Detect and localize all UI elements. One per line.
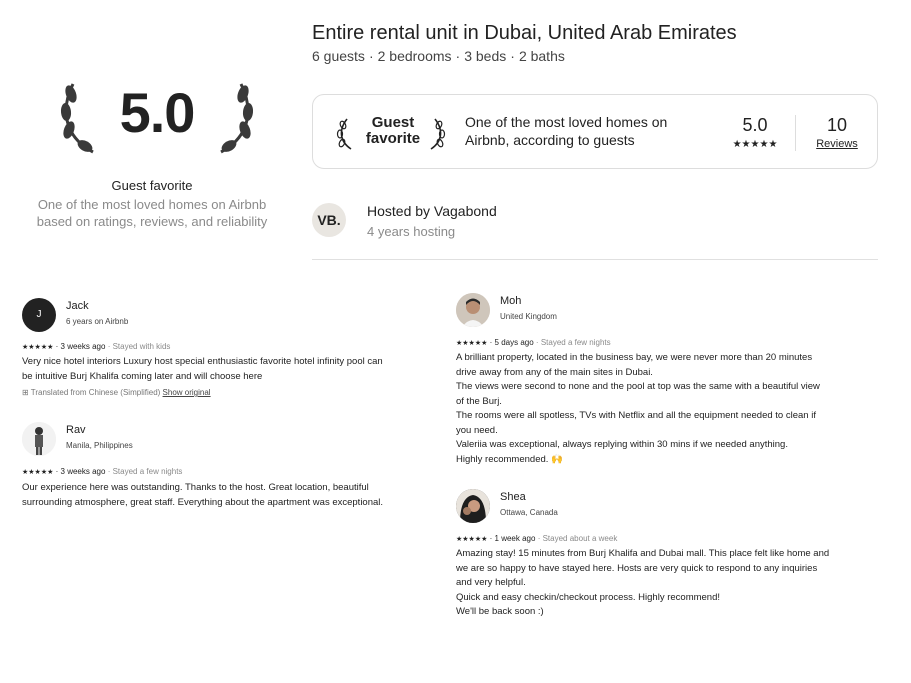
detail-bedrooms: 2 bedrooms — [377, 48, 452, 64]
separator: · — [489, 338, 493, 347]
review-date: 3 weeks ago — [60, 342, 106, 351]
person-photo — [456, 489, 490, 523]
listing-title: Entire rental unit in Dubai, United Arab… — [312, 22, 737, 44]
host-avatar[interactable]: VB. — [312, 203, 346, 237]
separator: · — [455, 48, 461, 64]
reviewer-subtitle: United Kingdom — [500, 312, 557, 321]
translated-label: Translated from Chinese (Simplified) — [30, 388, 161, 397]
card-score: 5.0 — [742, 115, 768, 135]
card-divider — [795, 115, 796, 151]
reviewer-name: Jack — [66, 300, 89, 312]
separator: · — [107, 342, 111, 351]
host-name: Hosted by Vagabond — [367, 203, 497, 219]
separator: · — [55, 467, 59, 476]
reviewer-subtitle: Ottawa, Canada — [500, 508, 558, 517]
laurel-left-icon — [336, 118, 352, 150]
review-card: Shea Ottawa, Canada ★★★★★ · 1 week ago ·… — [456, 489, 876, 629]
person-photo — [456, 293, 490, 327]
guest-favorite-badge: Guest favorite — [333, 109, 453, 155]
separator: · — [107, 467, 111, 476]
laurel-left-icon — [60, 83, 94, 154]
detail-beds: 3 beds — [464, 48, 507, 64]
review-text: Amazing stay! 15 minutes from Burj Khali… — [456, 548, 830, 617]
card-stars: ★★★★★ — [732, 139, 778, 150]
review-stars: ★★★★★ — [456, 340, 488, 347]
reviewer-subtitle: 6 years on Airbnb — [66, 317, 129, 326]
guest-favorite-card: Guest favorite One of the most loved hom… — [312, 94, 878, 169]
host-years: 4 years hosting — [367, 224, 456, 239]
review-card: Moh United Kingdom ★★★★★ · 5 days ago · … — [456, 293, 876, 473]
section-divider — [312, 259, 878, 260]
stay-type: Stayed a few nights — [540, 338, 611, 347]
review-date: 1 week ago — [494, 534, 536, 543]
listing-details: 6 guests · 2 bedrooms · 3 beds · 2 baths — [312, 48, 565, 64]
separator: · — [537, 534, 541, 543]
review-text: Very nice hotel interiors Luxury host sp… — [22, 356, 383, 382]
stay-type: Stayed a few nights — [112, 467, 183, 476]
reviewer-name: Shea — [500, 491, 526, 503]
reviewer-subtitle: Manila, Philippines — [66, 441, 133, 450]
translate-icon: ⊞ — [22, 388, 29, 397]
review-card: J Jack 6 years on Airbnb ★★★★★ · 3 weeks… — [22, 298, 432, 408]
stay-type: Stayed with kids — [112, 342, 171, 351]
review-date: 3 weeks ago — [60, 467, 106, 476]
review-meta: ★★★★★ · 1 week ago · Stayed about a week — [456, 534, 617, 543]
reviews-link[interactable]: Reviews — [807, 138, 867, 150]
laurel-right-icon — [220, 83, 254, 154]
review-meta: ★★★★★ · 5 days ago · Stayed a few nights — [456, 338, 611, 347]
separator: · — [368, 48, 374, 64]
avatar[interactable] — [456, 293, 490, 327]
review-meta: ★★★★★ · 3 weeks ago · Stayed with kids — [22, 342, 170, 351]
separator: · — [489, 534, 493, 543]
separator: · — [535, 338, 539, 347]
review-text: A brilliant property, located in the bus… — [456, 352, 820, 465]
show-original-link[interactable]: Show original — [163, 388, 211, 397]
separator: · — [510, 48, 515, 64]
review-stars: ★★★★★ — [22, 344, 54, 351]
review-stars: ★★★★★ — [456, 536, 488, 543]
reviewer-name: Rav — [66, 424, 86, 436]
loved-text: One of the most loved homes on Airbnb, a… — [465, 114, 668, 148]
avatar[interactable] — [22, 422, 56, 456]
badge-line-1: Guest — [371, 114, 415, 131]
reviewer-name: Moh — [500, 295, 522, 307]
review-card: Rav Manila, Philippines ★★★★★ · 3 weeks … — [22, 422, 432, 512]
laurel-right-icon — [430, 118, 446, 150]
guest-favorite-label: Guest favorite — [111, 178, 193, 193]
person-photo — [22, 422, 56, 456]
rating-score: 5.0 — [119, 81, 196, 144]
separator: · — [55, 342, 59, 351]
review-text: Our experience here was outstanding. Tha… — [22, 482, 384, 508]
badge-text: Guest favorite — [359, 115, 427, 147]
translation-note: ⊞ Translated from Chinese (Simplified) S… — [22, 388, 211, 397]
badge-line-2: favorite — [365, 130, 421, 147]
review-date: 5 days ago — [494, 338, 534, 347]
review-count: 10 — [826, 115, 848, 135]
detail-guests: 6 guests — [312, 48, 365, 64]
guest-favorite-description: One of the most loved homes on Airbnb ba… — [36, 197, 268, 229]
review-meta: ★★★★★ · 3 weeks ago · Stayed a few night… — [22, 467, 182, 476]
guest-favorite-rating: 5.0 — [57, 78, 257, 160]
stay-type: Stayed about a week — [542, 534, 618, 543]
detail-baths: 2 baths — [518, 48, 565, 64]
review-stars: ★★★★★ — [22, 469, 54, 476]
avatar[interactable]: J — [22, 298, 56, 332]
avatar[interactable] — [456, 489, 490, 523]
